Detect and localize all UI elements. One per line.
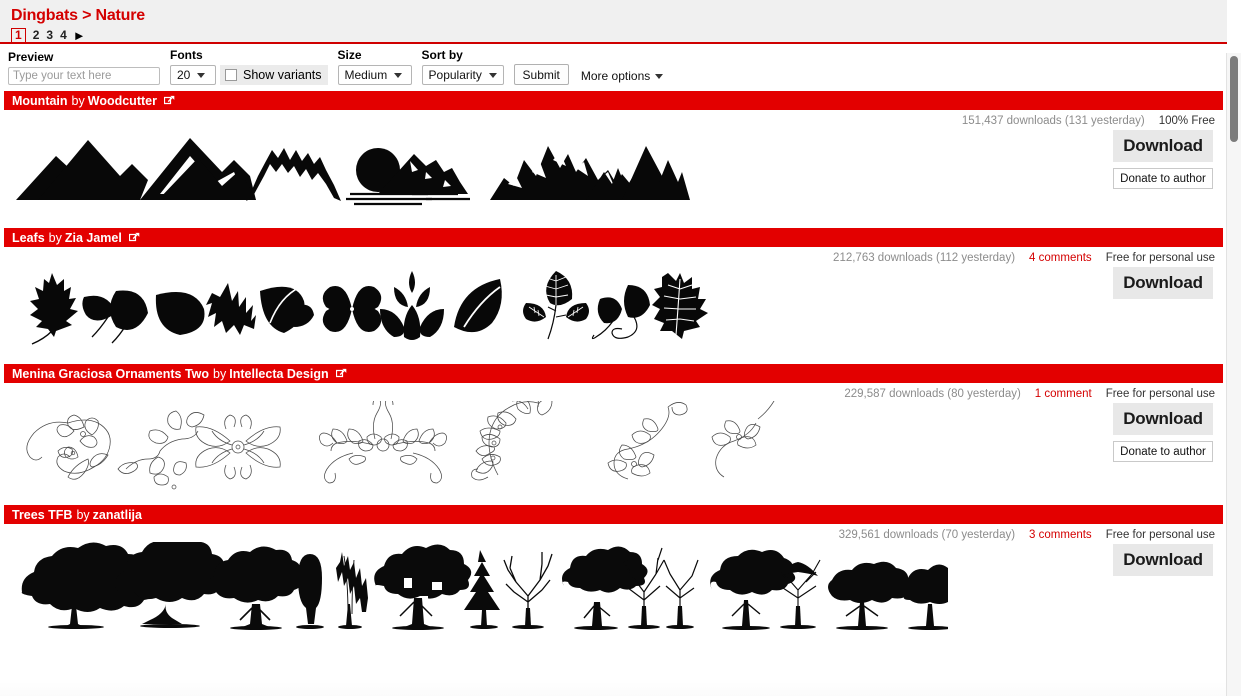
search-controls-bar: Preview Fonts 20 Show variants Size Medi… bbox=[0, 44, 1227, 91]
download-count: 229,587 downloads (80 yesterday) bbox=[844, 388, 1021, 400]
fonts-label: Fonts bbox=[170, 48, 203, 62]
breadcrumb[interactable]: Dingbats > Nature bbox=[11, 7, 1219, 25]
font-name[interactable]: Mountain bbox=[12, 94, 68, 108]
font-entry-header[interactable]: Leafs by Zia Jamel bbox=[4, 228, 1223, 247]
show-variants-checkbox[interactable] bbox=[225, 69, 237, 81]
chevron-down-icon bbox=[197, 72, 206, 78]
preview-input[interactable] bbox=[8, 67, 160, 85]
comments-link[interactable]: 3 comments bbox=[1029, 529, 1092, 541]
download-button[interactable]: Download bbox=[1113, 544, 1213, 576]
download-button[interactable]: Download bbox=[1113, 267, 1213, 299]
sortby-select[interactable]: Popularity bbox=[421, 65, 504, 85]
download-count: 151,437 downloads (131 yesterday) bbox=[961, 115, 1145, 127]
scrollbar-thumb[interactable] bbox=[1230, 56, 1238, 142]
download-count: 329,561 downloads (70 yesterday) bbox=[838, 529, 1016, 541]
fonts-group: Fonts 20 Show variants bbox=[170, 48, 328, 85]
show-variants-toggle[interactable]: Show variants bbox=[220, 65, 328, 85]
donate-button[interactable]: Donate to author bbox=[1113, 441, 1213, 462]
sortby-select-value: Popularity bbox=[428, 68, 482, 82]
font-author[interactable]: Zia Jamel bbox=[65, 231, 122, 245]
pagination: 1 2 3 4 ► bbox=[11, 27, 1219, 44]
donate-button[interactable]: Donate to author bbox=[1113, 168, 1213, 189]
font-meta-row: 229,587 downloads (80 yesterday) 1 comme… bbox=[0, 383, 1227, 401]
chevron-down-icon bbox=[488, 72, 497, 78]
page-scrollbar[interactable] bbox=[1226, 53, 1241, 696]
chevron-down-icon bbox=[394, 72, 403, 78]
glyph-strip-mountains bbox=[0, 128, 1227, 214]
page-link-4[interactable]: 4 bbox=[60, 29, 67, 42]
font-entry-leafs: Leafs by Zia Jamel 212,763 downloads (11… bbox=[0, 228, 1227, 351]
font-entry-mountain: Mountain by Woodcutter 151,437 downloads… bbox=[0, 91, 1227, 214]
font-name[interactable]: Trees TFB bbox=[12, 508, 72, 522]
font-meta-row: 329,561 downloads (70 yesterday) 3 comme… bbox=[0, 524, 1227, 542]
next-arrow-icon[interactable]: ► bbox=[73, 29, 86, 42]
more-options-button[interactable]: More options bbox=[580, 69, 664, 85]
more-options-label: More options bbox=[580, 69, 651, 83]
glyph-strip-ornaments bbox=[0, 401, 1227, 493]
font-entry-header[interactable]: Menina Graciosa Ornaments Two by Intelle… bbox=[4, 364, 1223, 383]
external-link-icon[interactable] bbox=[128, 232, 140, 243]
font-author[interactable]: Intellecta Design bbox=[229, 367, 328, 381]
font-author[interactable]: zanatlija bbox=[93, 508, 142, 522]
license-label: Free for personal use bbox=[1105, 529, 1215, 541]
font-entry-menina-graciosa: Menina Graciosa Ornaments Two by Intelle… bbox=[0, 364, 1227, 493]
font-entry-header[interactable]: Mountain by Woodcutter bbox=[4, 91, 1223, 110]
page-link-1[interactable]: 1 bbox=[11, 28, 26, 43]
sortby-group: Sort by Popularity bbox=[421, 48, 504, 85]
font-name[interactable]: Menina Graciosa Ornaments Two bbox=[12, 367, 209, 381]
show-variants-label: Show variants bbox=[243, 68, 322, 82]
preview-label: Preview bbox=[8, 50, 54, 64]
glyph-preview-area: Download Donate to author bbox=[0, 401, 1227, 493]
bottom-fade bbox=[0, 682, 1227, 696]
glyph-preview-area: Download bbox=[0, 265, 1227, 351]
comments-link[interactable]: 4 comments bbox=[1029, 252, 1092, 264]
font-entry-trees-tfb: Trees TFB by zanatlija 329,561 downloads… bbox=[0, 505, 1227, 632]
font-name[interactable]: Leafs bbox=[12, 231, 45, 245]
preview-group: Preview bbox=[8, 50, 160, 85]
action-buttons-trees: Download bbox=[1113, 544, 1213, 576]
action-buttons-leafs: Download bbox=[1113, 267, 1213, 299]
glyph-strip-trees bbox=[0, 542, 1227, 632]
sortby-label: Sort by bbox=[421, 48, 463, 62]
font-meta-row: 212,763 downloads (112 yesterday) 4 comm… bbox=[0, 247, 1227, 265]
size-group: Size Medium bbox=[337, 48, 412, 85]
font-meta-row: 151,437 downloads (131 yesterday) 100% F… bbox=[0, 110, 1227, 128]
fonts-select[interactable]: 20 bbox=[170, 65, 216, 85]
license-label: Free for personal use bbox=[1105, 252, 1215, 264]
by-word: by bbox=[48, 230, 62, 245]
external-link-icon[interactable] bbox=[335, 368, 347, 379]
by-word: by bbox=[213, 366, 227, 381]
page-root: Dingbats > Nature 1 2 3 4 ► Preview Font… bbox=[0, 0, 1227, 696]
page-link-2[interactable]: 2 bbox=[33, 29, 40, 42]
glyph-preview-area: Download Donate to author bbox=[0, 128, 1227, 214]
by-word: by bbox=[71, 93, 85, 108]
download-count: 212,763 downloads (112 yesterday) bbox=[833, 252, 1016, 264]
size-select-value: Medium bbox=[344, 68, 388, 82]
fonts-select-value: 20 bbox=[177, 68, 191, 82]
submit-button[interactable]: Submit bbox=[513, 64, 569, 85]
glyph-strip-leaves bbox=[0, 265, 1227, 351]
license-label: 100% Free bbox=[1158, 115, 1215, 127]
download-button[interactable]: Download bbox=[1113, 130, 1213, 162]
action-buttons-menina: Download Donate to author bbox=[1113, 403, 1213, 462]
font-author[interactable]: Woodcutter bbox=[88, 94, 157, 108]
download-button[interactable]: Download bbox=[1113, 403, 1213, 435]
breadcrumb-band: Dingbats > Nature 1 2 3 4 ► bbox=[0, 0, 1227, 44]
font-entry-header[interactable]: Trees TFB by zanatlija bbox=[4, 505, 1223, 524]
page-link-3[interactable]: 3 bbox=[46, 29, 53, 42]
external-link-icon[interactable] bbox=[163, 95, 175, 106]
size-label: Size bbox=[337, 48, 362, 62]
action-buttons-mountain: Download Donate to author bbox=[1113, 130, 1213, 189]
license-label: Free for personal use bbox=[1105, 388, 1215, 400]
glyph-preview-area: Download bbox=[0, 542, 1227, 632]
chevron-down-icon bbox=[655, 73, 664, 79]
by-word: by bbox=[76, 507, 90, 522]
comments-link[interactable]: 1 comment bbox=[1035, 388, 1092, 400]
size-select[interactable]: Medium bbox=[337, 65, 412, 85]
